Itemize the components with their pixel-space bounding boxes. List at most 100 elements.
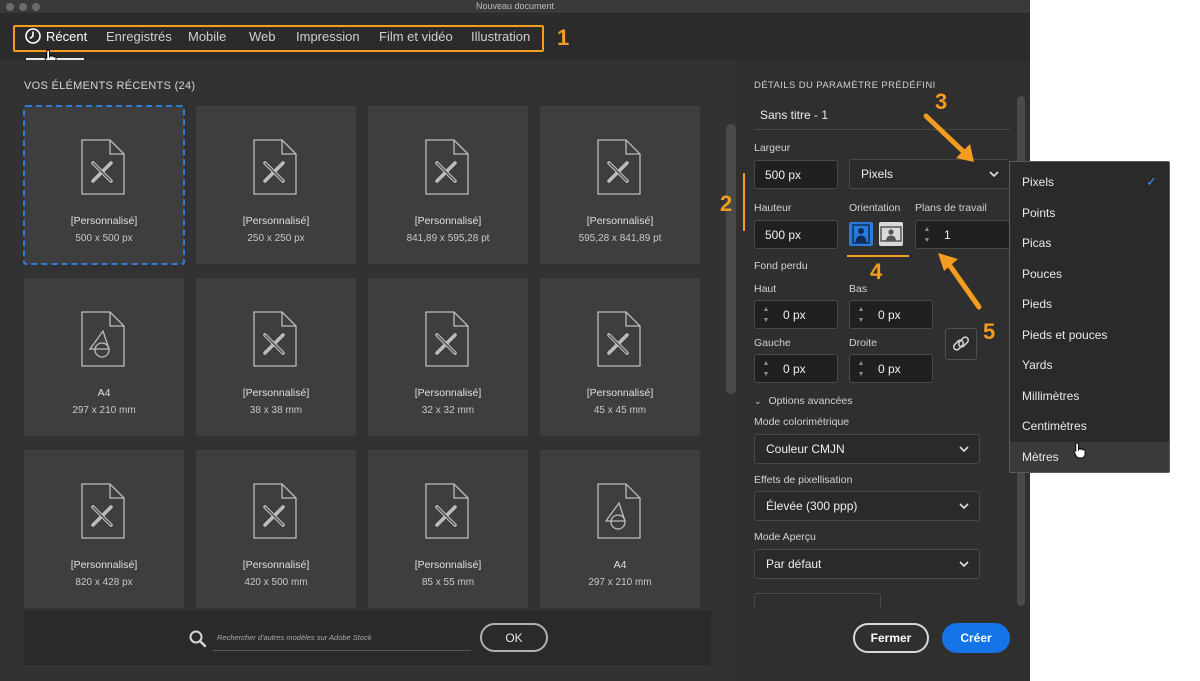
bleed-left-stepper[interactable]: ▲ ▼: [759, 358, 773, 380]
tab-web[interactable]: Web: [249, 29, 276, 44]
ok-button[interactable]: OK: [480, 623, 548, 652]
landscape-person-icon: [880, 226, 902, 242]
tab-film-video[interactable]: Film et vidéo: [379, 29, 453, 44]
custom-doc-icon: [597, 311, 641, 367]
bleed-top-stepper[interactable]: ▲ ▼: [759, 304, 773, 326]
unit-menu-item[interactable]: Centimètres: [1010, 411, 1169, 441]
annotation-4: 4: [870, 259, 883, 284]
annotation-bracket-2: [743, 173, 745, 231]
recent-item-card[interactable]: [Personnalisé] 85 x 55 mm: [368, 450, 528, 608]
custom-doc-icon: [425, 139, 469, 195]
unit-menu-item[interactable]: Points: [1010, 198, 1169, 228]
chevron-down-icon: [959, 446, 969, 452]
unit-menu-item[interactable]: Pieds: [1010, 289, 1169, 319]
hand-cursor-icon: [1073, 442, 1086, 459]
advanced-options-toggle[interactable]: ⌄ Options avancées: [754, 395, 853, 407]
recent-item-card[interactable]: [Personnalisé] 500 x 500 px: [23, 105, 185, 265]
annotation-box-tabs: [13, 25, 544, 52]
width-label: Largeur: [754, 142, 791, 154]
recent-item-card[interactable]: [Personnalisé] 45 x 45 mm: [540, 278, 700, 436]
custom-doc-icon: [597, 139, 641, 195]
clock-icon: [25, 28, 41, 44]
recent-item-card[interactable]: A4 297 x 210 mm: [540, 450, 700, 608]
recent-item-card[interactable]: [Personnalisé] 595,28 x 841,89 pt: [540, 106, 700, 264]
recent-items-scrollbar[interactable]: [726, 124, 736, 394]
raster-effects-label: Effets de pixellisation: [754, 474, 853, 486]
unit-menu-item-label: Pieds et pouces: [1022, 327, 1108, 342]
artboards-input[interactable]: ▲ ▼ 1: [915, 220, 1011, 249]
window-title: Nouveau document: [475, 1, 555, 11]
recent-item-size: 32 x 32 mm: [421, 405, 475, 416]
bleed-right-input[interactable]: ▲ ▼ 0 px: [849, 354, 933, 383]
bleed-bottom-label: Bas: [849, 283, 868, 295]
recent-item-size: 820 x 428 px: [75, 577, 133, 588]
unit-menu-item-label: Yards: [1022, 358, 1053, 372]
create-button[interactable]: Créer: [942, 623, 1010, 653]
artboards-stepper[interactable]: ▲ ▼: [920, 224, 934, 246]
preview-mode-select[interactable]: Par défaut: [754, 549, 980, 579]
height-input[interactable]: 500 px: [754, 220, 838, 249]
unit-menu-item-label: Points: [1022, 205, 1056, 220]
recent-item-name: [Personnalisé]: [242, 215, 310, 227]
recent-item-card[interactable]: [Personnalisé] 250 x 250 px: [196, 106, 356, 264]
unit-menu-item-label: Millimètres: [1022, 388, 1080, 403]
chevron-down-icon: [959, 503, 969, 509]
color-mode-select[interactable]: Couleur CMJN: [754, 434, 980, 464]
recent-item-name: A4: [613, 559, 627, 571]
recent-item-name: [Personnalisé]: [242, 559, 310, 571]
annotation-1: 1: [557, 25, 570, 50]
more-templates-field[interactable]: [754, 593, 881, 607]
bleed-right-stepper[interactable]: ▲ ▼: [854, 358, 868, 380]
recent-item-card[interactable]: [Personnalisé] 420 x 500 mm: [196, 450, 356, 608]
recent-item-card[interactable]: [Personnalisé] 820 x 428 px: [24, 450, 184, 608]
recent-item-card[interactable]: [Personnalisé] 841,89 x 595,28 pt: [368, 106, 528, 264]
preset-details-pane: DÉTAILS DU PARAMÈTRE PRÉDÉFINI Sans titr…: [736, 60, 1030, 681]
orientation-label: Orientation: [849, 202, 901, 214]
preset-details-header: DÉTAILS DU PARAMÈTRE PRÉDÉFINI: [754, 80, 936, 91]
chevron-down-icon: [959, 561, 969, 567]
annotation-underline-orientation: [847, 255, 909, 257]
recent-item-size: 595,28 x 841,89 pt: [578, 233, 662, 244]
tab-recent[interactable]: Récent: [46, 29, 87, 44]
unit-menu-item[interactable]: Millimètres: [1010, 381, 1169, 411]
bleed-label: Fond perdu: [754, 260, 808, 272]
width-input[interactable]: 500 px: [754, 160, 838, 189]
unit-menu-item[interactable]: Mètres: [1010, 441, 1169, 472]
bleed-bottom-stepper[interactable]: ▲ ▼: [854, 304, 868, 326]
bleed-top-input[interactable]: ▲ ▼ 0 px: [754, 300, 838, 329]
annotation-2: 2: [720, 191, 733, 216]
unit-menu-item-label: Pixels: [1022, 175, 1055, 189]
bleed-bottom-input[interactable]: ▲ ▼ 0 px: [849, 300, 933, 329]
close-button[interactable]: Fermer: [853, 623, 929, 653]
unit-menu-item[interactable]: Picas: [1010, 228, 1169, 258]
raster-effects-select[interactable]: Élevée (300 ppp): [754, 491, 980, 521]
recent-item-card[interactable]: A4 297 x 210 mm: [24, 278, 184, 436]
link-bleed-button[interactable]: [945, 328, 977, 360]
tab-saved[interactable]: Enregistrés: [106, 29, 172, 44]
unit-menu-item[interactable]: Pixels ✓: [1010, 167, 1169, 197]
color-mode-label: Mode colorimétrique: [754, 416, 850, 428]
portrait-orientation-button[interactable]: [849, 222, 873, 246]
recent-item-size: 85 x 55 mm: [421, 577, 475, 588]
bleed-left-input[interactable]: ▲ ▼ 0 px: [754, 354, 838, 383]
tab-print[interactable]: Impression: [296, 29, 360, 44]
tab-illustration[interactable]: Illustration: [471, 29, 530, 44]
chevron-down-icon: [989, 171, 999, 177]
preview-mode-label: Mode Aperçu: [754, 531, 816, 543]
tab-mobile[interactable]: Mobile: [188, 29, 226, 44]
recent-item-card[interactable]: [Personnalisé] 38 x 38 mm: [196, 278, 356, 436]
unit-menu-item[interactable]: Pouces: [1010, 259, 1169, 289]
recent-items-title: VOS ÉLÉMENTS RÉCENTS (24): [24, 80, 196, 92]
adobe-stock-search-input[interactable]: [213, 625, 471, 651]
unit-menu-item[interactable]: Pieds et pouces: [1010, 320, 1169, 350]
unit-menu-item[interactable]: Yards: [1010, 350, 1169, 380]
landscape-orientation-button[interactable]: [879, 222, 903, 246]
unit-dropdown-menu: Pixels ✓ Points Picas Pouces Pieds Pieds et po…: [1009, 161, 1170, 473]
new-document-dialog: Nouveau document Récent Enregistrés Mobi…: [0, 0, 1030, 681]
recent-item-name: [Personnalisé]: [70, 559, 138, 571]
bleed-top-label: Haut: [754, 283, 777, 295]
recent-item-card[interactable]: [Personnalisé] 32 x 32 mm: [368, 278, 528, 436]
preset-category-tabs: Récent Enregistrés Mobile Web Impression…: [0, 15, 1030, 66]
custom-doc-icon: [253, 483, 297, 539]
checkmark-icon: ✓: [1146, 174, 1157, 189]
